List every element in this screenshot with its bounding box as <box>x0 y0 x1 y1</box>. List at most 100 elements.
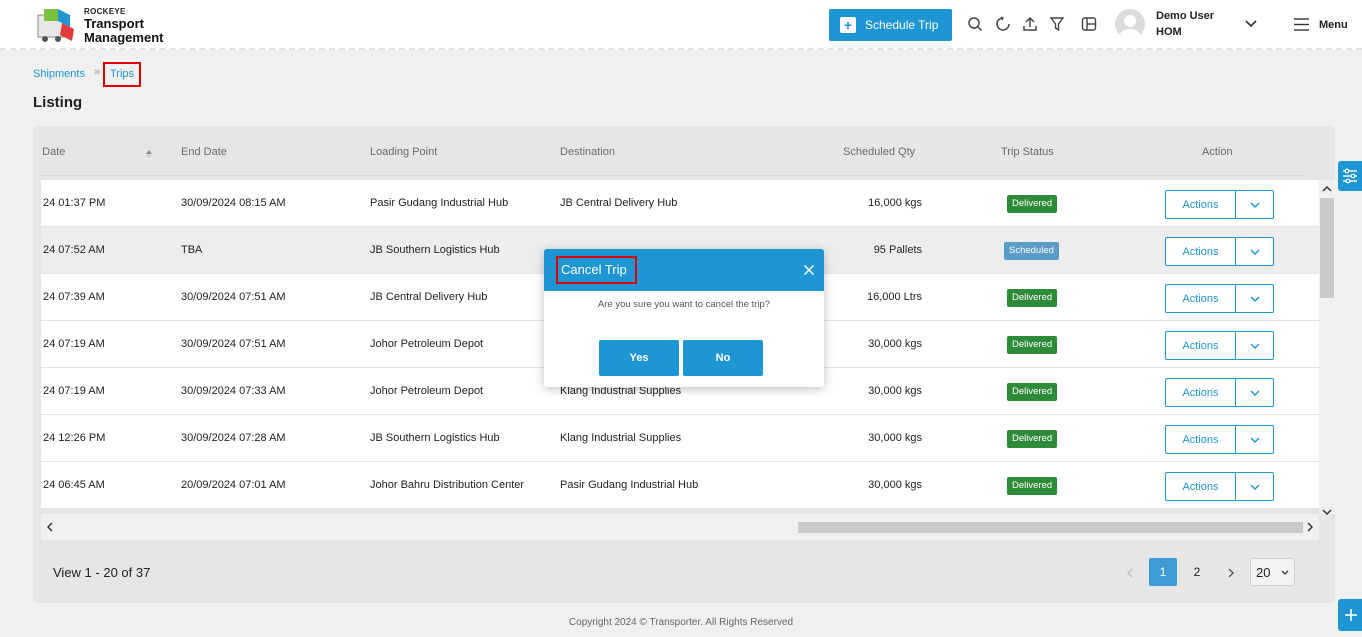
chevron-down-icon <box>1250 343 1259 349</box>
close-icon[interactable] <box>803 264 815 276</box>
actions-toggle[interactable] <box>1236 285 1273 312</box>
filter-icon[interactable] <box>1049 16 1065 32</box>
plus-icon <box>1345 609 1357 621</box>
col-scheduled-qty[interactable]: Scheduled Qty <box>843 146 915 158</box>
sort-icon[interactable] <box>145 149 153 159</box>
breadcrumb-trips[interactable]: Trips <box>110 68 134 80</box>
cell-start-date: 24 07:19 AM <box>43 385 105 397</box>
horizontal-scrollbar[interactable] <box>41 514 1319 540</box>
scroll-right-icon[interactable] <box>1305 522 1315 532</box>
per-page-select[interactable]: 20 <box>1250 558 1295 586</box>
actions-button[interactable]: Actions <box>1166 285 1236 312</box>
cell-loading-point: Pasir Gudang Industrial Hub <box>370 197 509 209</box>
cell-loading-point: JB Central Delivery Hub <box>370 291 488 303</box>
cell-end-date: 30/09/2024 07:51 AM <box>181 338 286 350</box>
cell-end-date: TBA <box>181 244 203 256</box>
col-end-date[interactable]: End Date <box>181 146 227 158</box>
breadcrumb-separator: » <box>94 66 101 78</box>
cell-start-date: 24 12:26 PM <box>43 432 106 444</box>
table-row[interactable]: 24 06:45 AM 20/09/2024 07:01 AM Johor Bahr… <box>41 462 1319 509</box>
prev-page-icon[interactable] <box>1125 566 1135 580</box>
chevron-down-icon <box>1250 484 1259 490</box>
cell-end-date: 30/09/2024 07:51 AM <box>181 291 286 303</box>
table-row[interactable]: 24 01:37 PM 30/09/2024 08:15 AM Pasir Guda… <box>41 180 1319 227</box>
breadcrumb-shipments[interactable]: Shipments <box>33 68 85 80</box>
scroll-down-icon[interactable] <box>1322 507 1332 517</box>
col-loading-point[interactable]: Loading Point <box>370 146 437 158</box>
actions-toggle[interactable] <box>1236 191 1273 218</box>
actions-button[interactable]: Actions <box>1166 473 1236 500</box>
cell-destination: JB Central Delivery Hub <box>560 197 678 209</box>
page-button-1[interactable]: 1 <box>1149 558 1177 586</box>
brand-small-text: ROCKEYE <box>84 7 126 16</box>
col-start-date[interactable]: e Date <box>41 146 65 158</box>
status-badge: Delivered <box>1007 195 1058 213</box>
actions-dropdown[interactable]: Actions <box>1165 425 1274 454</box>
user-avatar-icon <box>1119 15 1141 39</box>
dialog-message: Are you sure you want to cancel the trip… <box>597 299 771 310</box>
cell-start-date: 24 07:52 AM <box>43 244 105 256</box>
cell-loading-point: Johor Petroleum Depot <box>370 385 484 397</box>
chevron-down-icon[interactable] <box>1244 17 1258 31</box>
confirm-yes-button[interactable]: Yes <box>599 340 679 376</box>
chevron-down-icon <box>1250 390 1259 396</box>
actions-button[interactable]: Actions <box>1166 191 1236 218</box>
actions-dropdown[interactable]: Actions <box>1165 331 1274 360</box>
cell-loading-point: Johor Petroleum Depot <box>370 338 484 350</box>
scroll-up-icon[interactable] <box>1322 184 1332 194</box>
col-destination[interactable]: Destination <box>560 146 615 158</box>
schedule-trip-button[interactable]: + Schedule Trip <box>829 9 952 41</box>
status-badge: Delivered <box>1007 383 1058 401</box>
col-trip-status[interactable]: Trip Status <box>1001 146 1054 158</box>
user-avatar[interactable] <box>1115 9 1145 39</box>
cell-loading-point: Johor Bahru Distribution Center <box>370 479 525 491</box>
actions-dropdown[interactable]: Actions <box>1165 378 1274 407</box>
actions-dropdown[interactable]: Actions <box>1165 190 1274 219</box>
actions-dropdown[interactable]: Actions <box>1165 284 1274 313</box>
per-page-value: 20 <box>1256 564 1271 580</box>
hamburger-menu-icon[interactable] <box>1294 18 1309 31</box>
chevron-down-icon <box>1250 249 1259 255</box>
vertical-scroll-thumb[interactable] <box>1320 198 1334 298</box>
vertical-scrollbar[interactable] <box>1319 180 1335 517</box>
next-page-icon[interactable] <box>1226 566 1236 580</box>
add-fab-button[interactable] <box>1338 599 1362 631</box>
top-header: ROCKEYE Transport Management + Schedule … <box>0 0 1362 50</box>
cancel-trip-dialog: Cancel Trip Are you sure you want to can… <box>544 249 824 387</box>
cell-end-date: 30/09/2024 07:33 AM <box>181 385 286 397</box>
cell-scheduled-qty: 30,000 kgs <box>868 432 922 444</box>
table-row[interactable]: 24 12:26 PM 30/09/2024 07:28 AM JB Souther… <box>41 415 1319 462</box>
actions-button[interactable]: Actions <box>1166 332 1236 359</box>
actions-dropdown[interactable]: Actions <box>1165 237 1274 266</box>
chevron-down-icon <box>1250 296 1259 302</box>
actions-button[interactable]: Actions <box>1166 238 1236 265</box>
horizontal-scroll-thumb[interactable] <box>798 522 1303 533</box>
chevron-down-icon <box>1250 437 1259 443</box>
cell-start-date: 24 07:39 AM <box>43 291 105 303</box>
confirm-no-button[interactable]: No <box>683 340 763 376</box>
status-badge: Delivered <box>1007 477 1058 495</box>
actions-dropdown[interactable]: Actions <box>1165 472 1274 501</box>
actions-toggle[interactable] <box>1236 238 1273 265</box>
actions-button[interactable]: Actions <box>1166 426 1236 453</box>
user-org[interactable]: HOM <box>1156 26 1182 38</box>
brand-title-line1: Transport <box>84 16 144 31</box>
cell-end-date: 20/09/2024 07:01 AM <box>181 479 286 491</box>
actions-button[interactable]: Actions <box>1166 379 1236 406</box>
cell-end-date: 30/09/2024 07:28 AM <box>181 432 286 444</box>
user-name[interactable]: Demo User <box>1156 10 1214 22</box>
actions-toggle[interactable] <box>1236 473 1273 500</box>
search-icon[interactable] <box>967 16 983 32</box>
status-badge: Delivered <box>1007 430 1058 448</box>
upload-icon[interactable] <box>1022 16 1038 32</box>
refresh-icon[interactable] <box>995 16 1011 32</box>
actions-toggle[interactable] <box>1236 426 1273 453</box>
actions-toggle[interactable] <box>1236 332 1273 359</box>
menu-label[interactable]: Menu <box>1319 19 1348 31</box>
columns-icon[interactable] <box>1081 16 1097 32</box>
status-badge: Scheduled <box>1004 242 1059 260</box>
actions-toggle[interactable] <box>1236 379 1273 406</box>
settings-panel-toggle[interactable] <box>1338 161 1362 191</box>
scroll-left-icon[interactable] <box>45 522 55 532</box>
page-button-2[interactable]: 2 <box>1183 558 1211 586</box>
